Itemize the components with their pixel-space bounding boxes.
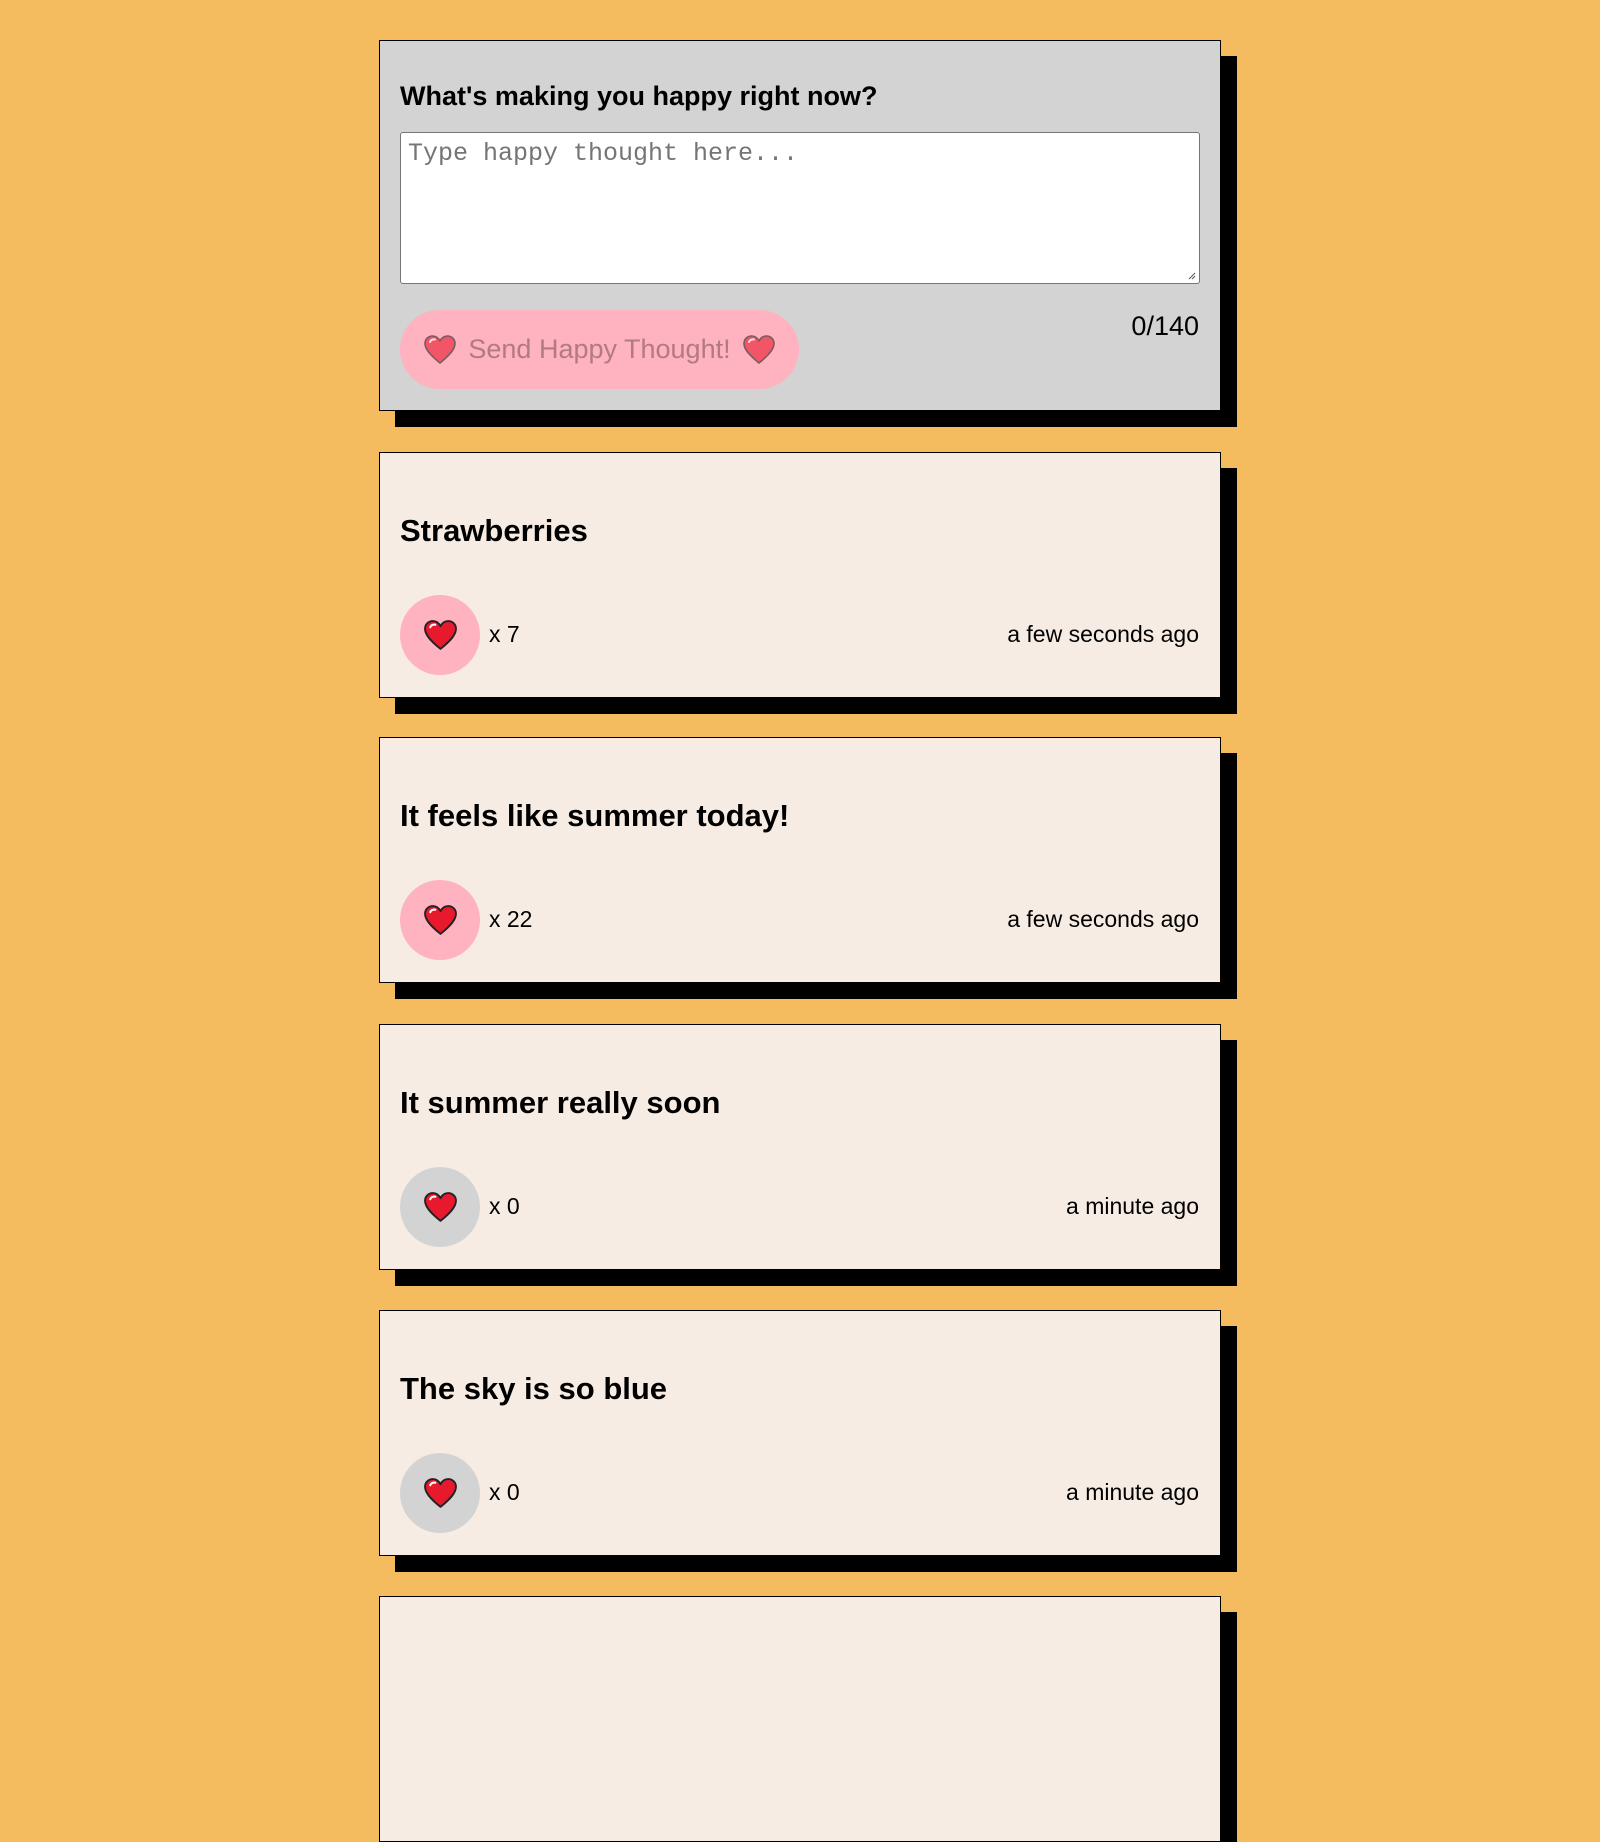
thought-card: It summer really soon x 0 a minute ago (379, 1024, 1221, 1270)
like-button[interactable] (400, 1167, 480, 1247)
heart-icon (423, 1477, 457, 1508)
like-count: x 0 (489, 1479, 520, 1505)
timestamp: a few seconds ago (1007, 906, 1199, 932)
like-button[interactable] (400, 880, 480, 960)
like-count: x 0 (489, 1193, 520, 1219)
thought-message: The sky is so blue (400, 1371, 668, 1406)
send-button-label: Send Happy Thought! (468, 334, 731, 364)
thought-card: The sky is so blue x 0 a minute ago (379, 1310, 1221, 1556)
like-count: x 7 (489, 621, 520, 647)
character-counter: 0/140 (1131, 311, 1199, 341)
thought-message: It summer really soon (400, 1085, 721, 1120)
thought-message: Strawberries (400, 513, 588, 548)
form-title: What's making you happy right now? (400, 81, 878, 111)
heart-icon (424, 334, 457, 364)
heart-icon (423, 1191, 457, 1222)
thought-message: It feels like summer today! (400, 798, 790, 833)
thought-card-partial (379, 1596, 1221, 1842)
like-button[interactable] (400, 1453, 480, 1533)
resize-grip-icon[interactable] (1186, 270, 1196, 280)
thought-card: It feels like summer today! x 22 a few s… (379, 737, 1221, 983)
heart-icon (742, 334, 775, 364)
heart-icon (423, 619, 457, 650)
timestamp: a minute ago (1066, 1193, 1199, 1219)
timestamp: a few seconds ago (1007, 621, 1199, 647)
like-count: x 22 (489, 906, 533, 932)
thought-input[interactable] (400, 132, 1200, 284)
thought-form: What's making you happy right now? Send … (379, 40, 1221, 411)
thought-card: Strawberries x 7 a few seconds ago (379, 452, 1221, 698)
like-button[interactable] (400, 595, 480, 675)
heart-icon (423, 904, 457, 935)
send-button[interactable]: Send Happy Thought! (400, 310, 799, 389)
timestamp: a minute ago (1066, 1479, 1199, 1505)
